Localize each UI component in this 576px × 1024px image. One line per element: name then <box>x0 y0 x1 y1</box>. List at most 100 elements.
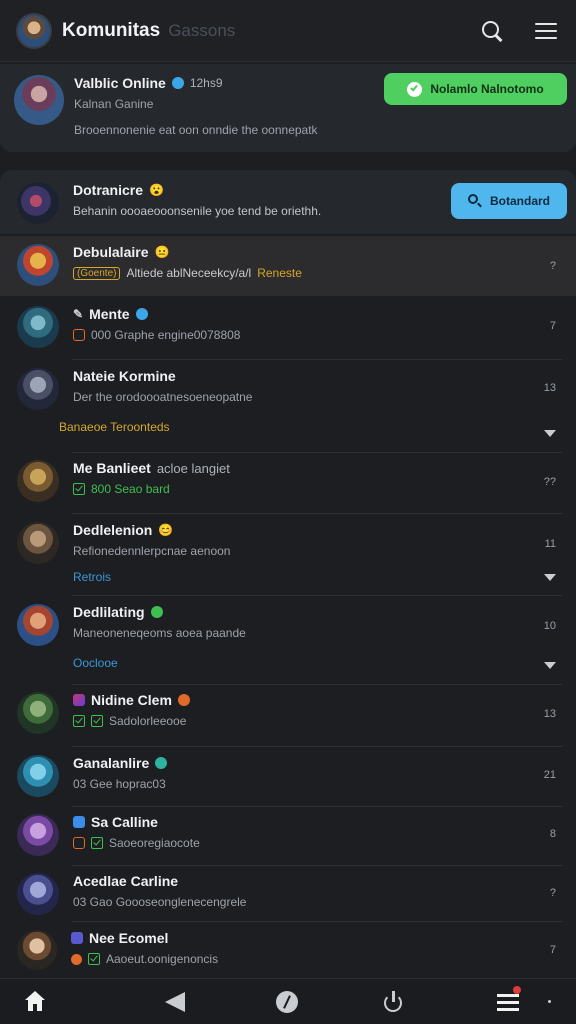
task-icon <box>73 837 85 849</box>
contact-message: 000 Graphe engine0078808 <box>91 328 241 342</box>
contact-extra[interactable]: Ooclooe <box>73 656 576 670</box>
status-icon <box>71 953 82 965</box>
contact-message: Altiede ablNeceekcy/a/l <box>126 266 252 280</box>
compass-icon[interactable] <box>276 991 298 1013</box>
contact-message: Aaoeut.oonigenoncis <box>106 952 219 966</box>
divider <box>72 746 562 747</box>
status-icon <box>177 694 190 706</box>
status-badge: (Goente) <box>73 266 121 280</box>
contact-name: Dedlelenion <box>73 522 153 538</box>
status-icon <box>155 757 168 769</box>
user-avatar[interactable] <box>16 12 52 49</box>
emoji-icon: 😊 <box>158 523 174 537</box>
divider <box>72 806 562 807</box>
timestamp: 7 <box>549 944 556 956</box>
list-item[interactable]: Debulalaire 😐 (Goente) Altiede ablNeceekcy… <box>0 244 576 286</box>
contact-avatar <box>17 604 59 646</box>
divider <box>72 595 562 596</box>
featured-action-label: Nolamlo Nalnotomo <box>430 82 544 96</box>
timestamp: 8 <box>549 828 556 840</box>
chevron-down-icon[interactable] <box>544 662 556 669</box>
list-item[interactable]: Nidine Clem Sadolorleeooe 13 <box>0 692 576 734</box>
page-title: Komunitas <box>62 19 161 41</box>
online-icon <box>150 606 163 618</box>
contact-name-suffix: acloe langiet <box>156 460 230 476</box>
more-icon[interactable] <box>548 1000 551 1003</box>
contact-avatar <box>17 755 59 797</box>
contact-name: Debulalaire <box>73 244 149 260</box>
pinned-name: Dotranicre <box>73 182 144 198</box>
contact-avatar <box>17 368 59 410</box>
divider <box>72 865 562 866</box>
contact-avatar <box>17 460 59 502</box>
list-item[interactable]: Nateie Kormine Der the orodoooatnesoeneo… <box>0 368 576 434</box>
timestamp: 13 <box>543 382 556 394</box>
check-icon <box>91 837 103 849</box>
home-icon[interactable] <box>24 991 46 1013</box>
contact-message: 03 Gao Goooseonglenecengrele <box>73 895 247 909</box>
contact-name: Nidine Clem <box>91 692 172 708</box>
contact-message: Refionedennlerpcnae aenoon <box>73 544 231 558</box>
list-item[interactable]: Dedlelenion 😊 Refionedennlerpcnae aenoon … <box>0 522 576 584</box>
timestamp: 10 <box>543 620 556 632</box>
page-subtitle: Gassons <box>168 20 236 40</box>
contact-name: Nateie Kormine <box>73 368 176 384</box>
check-icon <box>73 483 85 495</box>
contact-name: Me Banlieet <box>73 460 151 476</box>
timestamp: ?? <box>543 476 556 488</box>
contact-message: Saoeoregiaocote <box>109 836 200 850</box>
pinned-action-button[interactable]: Botandard <box>451 183 567 219</box>
list-item[interactable]: ✎ Mente 000 Graphe engine0078808 7 <box>0 306 576 348</box>
timestamp: 21 <box>543 769 556 781</box>
contact-avatar <box>17 522 59 564</box>
contact-name: Nee Ecomel <box>89 930 169 946</box>
list-item[interactable]: Acedlae Carline 03 Gao Goooseongleneceng… <box>0 873 576 915</box>
search-icon <box>468 194 482 208</box>
contact-message: 03 Gee hoprac03 <box>73 777 166 791</box>
menu-icon[interactable] <box>534 19 558 43</box>
list-item[interactable]: Nee Ecomel Aaoeut.oonigenoncis 7 <box>0 930 576 970</box>
featured-tag: 12hs9 <box>189 76 223 90</box>
task-icon <box>73 329 85 341</box>
list-icon[interactable] <box>497 986 521 1013</box>
app-icon <box>71 932 83 944</box>
featured-name: Valblic Online <box>74 75 166 91</box>
contact-avatar <box>17 306 59 348</box>
list-item[interactable]: Sa Calline Saoeoregiaocote 8 <box>0 814 576 856</box>
timestamp: 11 <box>544 538 556 550</box>
contact-highlight: Reneste <box>257 266 302 280</box>
contact-name: Acedlae Carline <box>73 873 179 889</box>
list-item[interactable]: Ganalanlire 03 Gee hoprac03 21 <box>0 755 576 797</box>
contact-message: 800 Seao bard <box>91 482 170 496</box>
contact-name: Ganalanlire <box>73 755 150 771</box>
verified-icon <box>171 77 184 89</box>
featured-action-button[interactable]: Nolamlo Nalnotomo <box>384 73 567 105</box>
bottom-nav <box>0 978 576 1024</box>
featured-avatar <box>14 75 64 125</box>
contact-message: Sadolorleeooe <box>109 714 187 728</box>
chevron-down-icon[interactable] <box>544 430 556 437</box>
power-icon[interactable] <box>382 991 404 1013</box>
chevron-down-icon[interactable] <box>544 574 556 581</box>
contact-avatar <box>17 814 59 856</box>
pencil-icon: ✎ <box>73 307 84 321</box>
divider <box>72 921 562 922</box>
verified-icon <box>135 308 148 320</box>
contact-extra[interactable]: Retrois <box>73 570 576 584</box>
timestamp: ? <box>549 887 556 899</box>
divider <box>72 513 562 514</box>
send-icon[interactable] <box>165 991 187 1013</box>
contact-message: Der the orodoooatnesoeneopatne <box>73 390 253 404</box>
check-circle-icon <box>407 81 423 97</box>
divider <box>72 452 562 453</box>
notification-badge <box>513 986 521 994</box>
contact-avatar <box>17 244 59 286</box>
contact-extra[interactable]: Banaeoe Teroonteds <box>59 420 576 434</box>
app-icon <box>73 694 85 706</box>
search-icon[interactable] <box>480 19 504 43</box>
checkbox-icon <box>73 816 85 828</box>
list-item[interactable]: Me Banlieet acloe langiet 800 Seao bard ?… <box>0 460 576 502</box>
list-item[interactable]: Dedlilating Maneoneneqeoms aoea paande O… <box>0 604 576 670</box>
check-icon <box>88 953 100 965</box>
timestamp: 7 <box>549 320 556 332</box>
